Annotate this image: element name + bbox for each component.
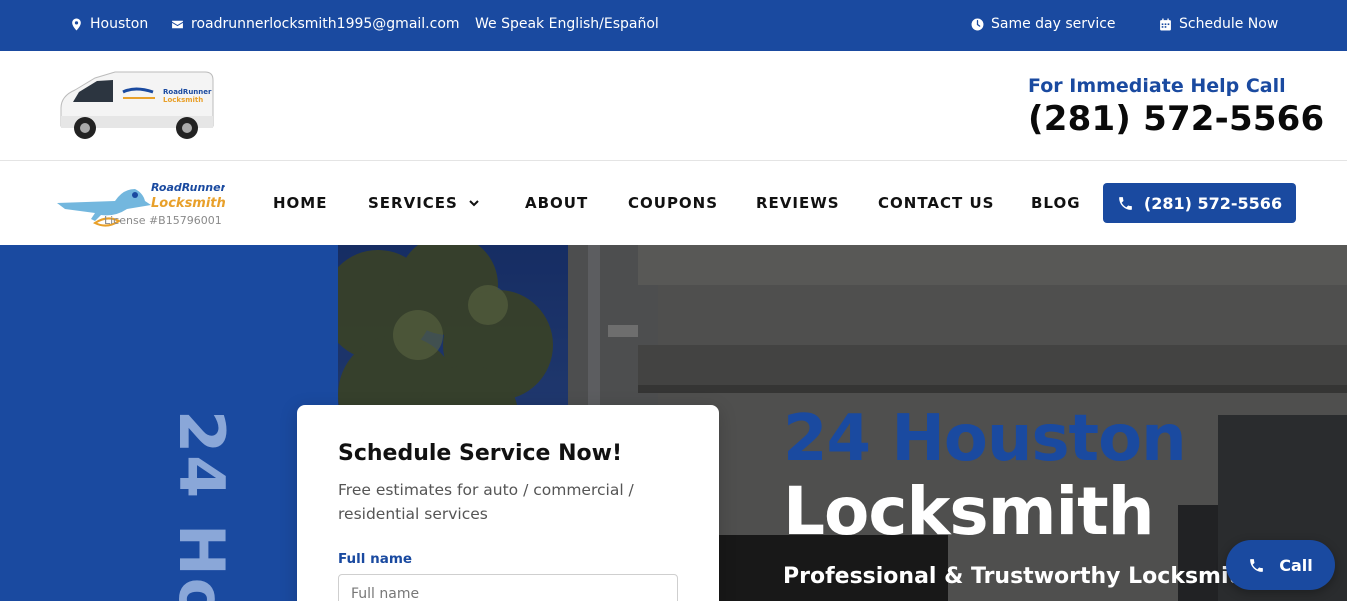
email-link[interactable]: roadrunnerlocksmith1995@gmail.com: [171, 16, 460, 32]
hero-subtitle: Professional & Trustworthy Locksmith: [783, 564, 1255, 589]
schedule-form-card: Schedule Service Now! Free estimates for…: [297, 405, 719, 601]
email-text: roadrunnerlocksmith1995@gmail.com: [191, 16, 460, 32]
top-bar: Houston roadrunnerlocksmith1995@gmail.co…: [0, 0, 1347, 51]
hero-title-line-2: Locksmith: [783, 473, 1155, 550]
form-description: Free estimates for auto / commercial / r…: [338, 481, 634, 523]
schedule-now-text: Schedule Now: [1179, 16, 1279, 32]
languages-item: We Speak English/Español: [475, 16, 659, 32]
header: RoadRunner Locksmith For Immediate Help …: [0, 51, 1347, 161]
nav-services[interactable]: SERVICES: [368, 194, 480, 212]
floating-call-label: Call: [1279, 555, 1313, 575]
languages-text: We Speak English/Español: [475, 16, 659, 32]
nav-contact-label: CONTACT US: [878, 194, 995, 212]
logo-line-1: RoadRunner: [151, 181, 225, 194]
clock-icon: [971, 18, 984, 30]
nav-call-button[interactable]: (281) 572-5566: [1103, 183, 1296, 223]
schedule-now-link[interactable]: Schedule Now: [1159, 16, 1278, 32]
full-name-label: Full name: [338, 551, 413, 567]
same-day-item: Same day service: [971, 16, 1116, 32]
chevron-down-icon: [469, 200, 479, 207]
nav-coupons-label: COUPONS: [628, 194, 719, 212]
help-label: For Immediate Help Call: [1028, 75, 1286, 97]
nav-services-label: SERVICES: [368, 194, 458, 212]
nav-about[interactable]: ABOUT: [525, 194, 588, 212]
nav-about-label: ABOUT: [525, 194, 589, 212]
logo-line-2: Locksmith: [151, 196, 225, 211]
same-day-text: Same day service: [991, 16, 1116, 32]
nav-blog[interactable]: BLOG: [1031, 194, 1081, 212]
calendar-icon: [1160, 18, 1171, 30]
location-item: Houston: [70, 16, 148, 32]
phone-icon: [1119, 196, 1132, 210]
location-text: Houston: [90, 16, 149, 32]
license-number: License #B15796001: [104, 214, 222, 227]
van-logo-text-2: Locksmith: [163, 96, 203, 104]
nav-coupons[interactable]: COUPONS: [628, 194, 718, 212]
floating-call-button[interactable]: Call: [1226, 540, 1335, 590]
nav-home-label: HOME: [273, 194, 328, 212]
nav-home[interactable]: HOME: [273, 194, 327, 212]
phone-icon: [1250, 558, 1264, 572]
nav-reviews-label: REVIEWS: [756, 194, 840, 212]
hero-section: 24 Ho 24 Houston Locksmith Professional …: [0, 245, 1347, 601]
nav-contact[interactable]: CONTACT US: [878, 194, 994, 212]
map-pin-icon: [72, 18, 81, 30]
nav-call-label: (281) 572-5566: [1143, 193, 1283, 213]
help-phone-link[interactable]: (281) 572-5566: [1028, 99, 1324, 139]
van-image: RoadRunner Locksmith: [60, 71, 214, 139]
form-title: Schedule Service Now!: [338, 441, 623, 466]
envelope-icon: [172, 20, 183, 28]
hero-vertical-text: 24 Ho: [165, 410, 238, 601]
hero-blue-panel: 24 Ho: [0, 245, 338, 601]
hero-title-line-1: 24 Houston: [783, 402, 1187, 476]
main-nav: RoadRunner Locksmith License #B15796001 …: [0, 161, 1347, 245]
full-name-input[interactable]: [338, 574, 678, 601]
nav-reviews[interactable]: REVIEWS: [756, 194, 840, 212]
van-logo-text-1: RoadRunner: [163, 88, 212, 96]
nav-blog-label: BLOG: [1031, 194, 1081, 212]
